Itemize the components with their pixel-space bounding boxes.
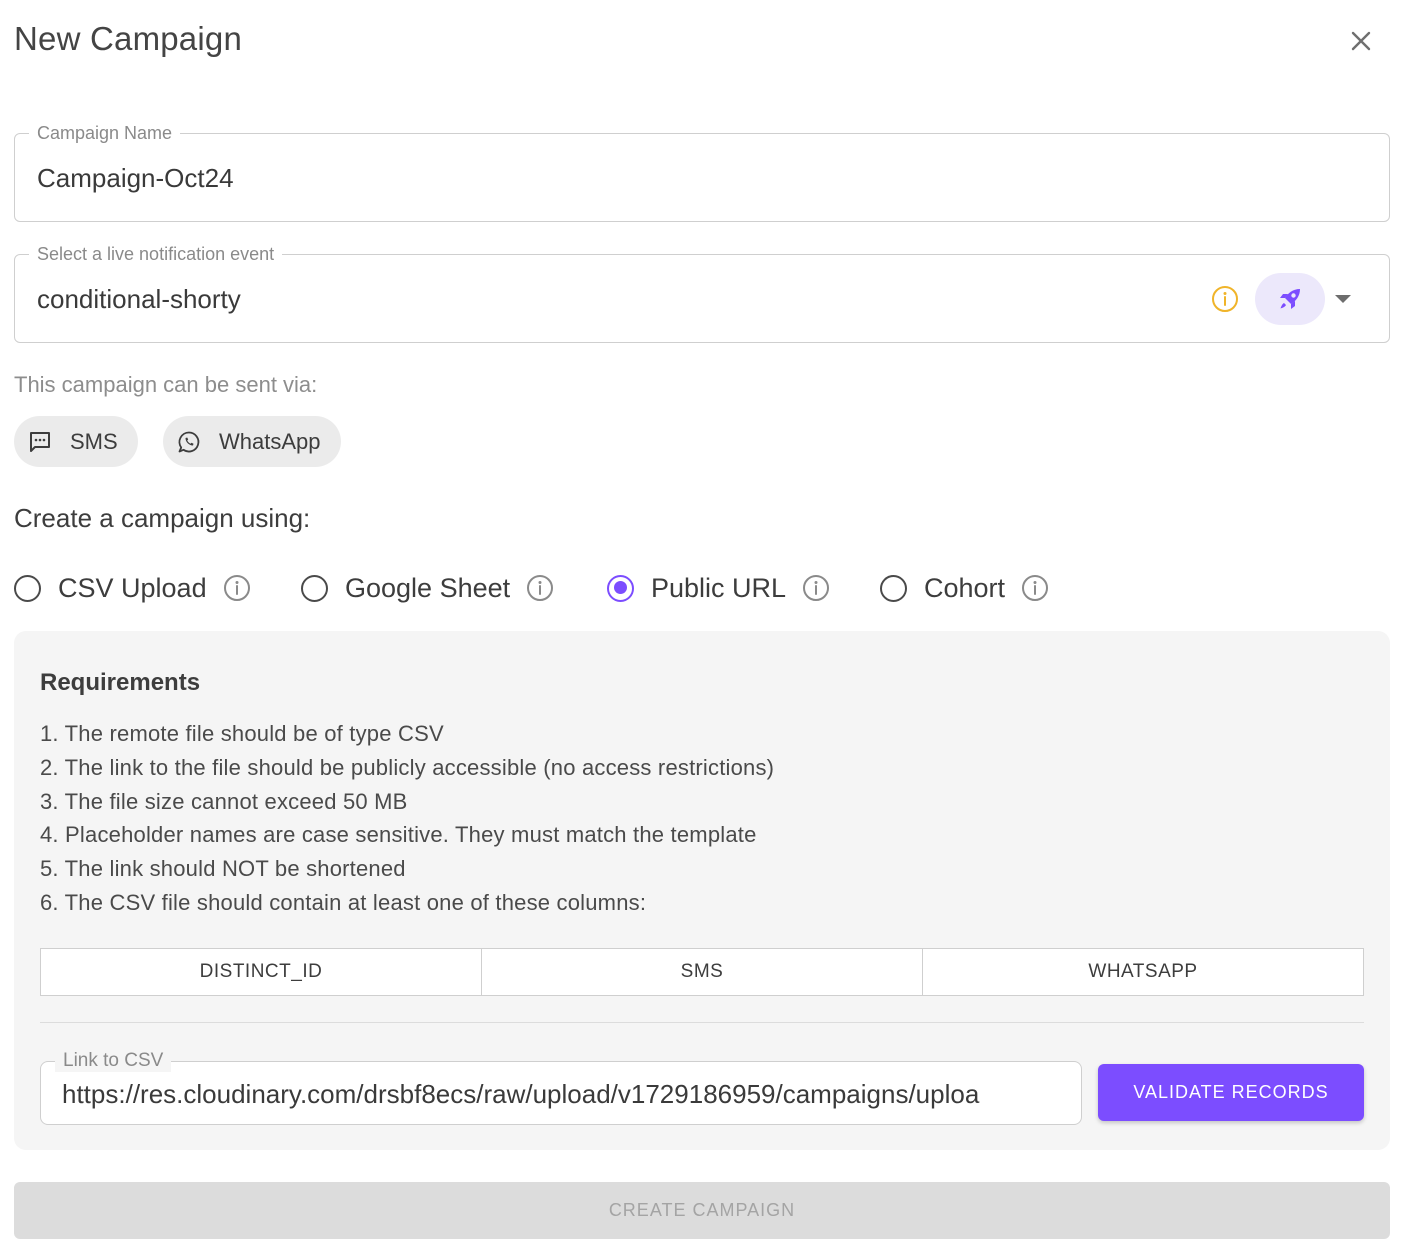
info-icon[interactable] <box>1021 574 1049 602</box>
sms-icon <box>30 431 50 452</box>
link-to-csv-label: Link to CSV <box>55 1050 172 1072</box>
requirement-item: 2. The link to the file should be public… <box>40 754 775 780</box>
radio-label[interactable]: CSV Upload <box>58 573 207 604</box>
rocket-icon <box>1280 289 1300 309</box>
validate-records-button[interactable]: VALIDATE RECORDS <box>1098 1064 1364 1121</box>
campaign-name-input[interactable]: Campaign-Oct24 <box>37 162 234 194</box>
radio-csv-upload[interactable]: CSV Upload <box>14 568 251 608</box>
info-icon[interactable] <box>802 574 830 602</box>
event-select-label: Select a live notification event <box>29 243 283 265</box>
link-to-csv-input[interactable]: https://res.cloudinary.com/drsbf8ecs/raw… <box>62 1078 1062 1110</box>
event-select[interactable]: Select a live notification event conditi… <box>14 243 1390 343</box>
radio-label[interactable]: Google Sheet <box>345 573 510 604</box>
requirement-item: 6. The CSV file should contain at least … <box>40 889 647 915</box>
dropdown-caret-icon[interactable] <box>1335 295 1351 303</box>
divider <box>40 1022 1364 1023</box>
channel-chip-sms: SMS <box>14 416 138 467</box>
radio-cohort[interactable]: Cohort <box>880 568 1049 608</box>
radio-button[interactable] <box>14 574 41 602</box>
channels-heading: This campaign can be sent via: <box>14 372 318 397</box>
link-to-csv-field[interactable]: Link to CSV https://res.cloudinary.com/d… <box>40 1050 1082 1125</box>
dialog-title: New Campaign <box>14 20 243 57</box>
radio-google-sheet[interactable]: Google Sheet <box>301 568 554 608</box>
rocket-button[interactable] <box>1255 273 1325 325</box>
channel-chip-label: WhatsApp <box>219 428 321 454</box>
campaign-name-label: Campaign Name <box>29 122 181 144</box>
radio-button[interactable] <box>301 574 328 602</box>
radio-label[interactable]: Cohort <box>924 573 1005 604</box>
whatsapp-icon <box>178 431 200 452</box>
requirements-title: Requirements <box>40 669 201 696</box>
close-icon[interactable] <box>1350 30 1372 52</box>
radio-button-checked[interactable] <box>607 574 634 602</box>
requirement-item: 1. The remote file should be of type CSV <box>40 721 444 746</box>
info-icon[interactable] <box>223 574 251 602</box>
required-columns-table: DISTINCT_ID SMS WHATSAPP <box>40 948 1364 996</box>
requirement-item: 4. Placeholder names are case sensitive.… <box>40 822 757 848</box>
channel-chip-label: SMS <box>70 428 118 454</box>
channel-chip-whatsapp: WhatsApp <box>163 416 341 467</box>
requirement-item: 5. The link should NOT be shortened <box>40 856 406 882</box>
radio-public-url[interactable]: Public URL <box>607 568 830 608</box>
requirements-panel: Requirements 1. The remote file should b… <box>14 631 1390 1150</box>
info-icon[interactable] <box>1211 285 1239 313</box>
event-select-value[interactable]: conditional-shorty <box>37 283 241 315</box>
column-cell: WHATSAPP <box>1088 961 1198 982</box>
column-cell: DISTINCT_ID <box>41 949 482 995</box>
info-icon[interactable] <box>526 574 554 602</box>
column-cell: SMS <box>482 949 923 995</box>
radio-button[interactable] <box>880 574 907 602</box>
create-using-heading: Create a campaign using: <box>14 503 311 533</box>
close-button[interactable] <box>1340 20 1382 62</box>
campaign-name-field[interactable]: Campaign Name Campaign-Oct24 <box>14 122 1390 222</box>
radio-label[interactable]: Public URL <box>651 573 786 604</box>
requirements-list: 1. The remote file should be of type CSV… <box>40 717 774 920</box>
requirement-item: 3. The file size cannot exceed 50 MB <box>40 788 408 814</box>
create-campaign-button[interactable]: CREATE CAMPAIGN <box>14 1182 1390 1239</box>
